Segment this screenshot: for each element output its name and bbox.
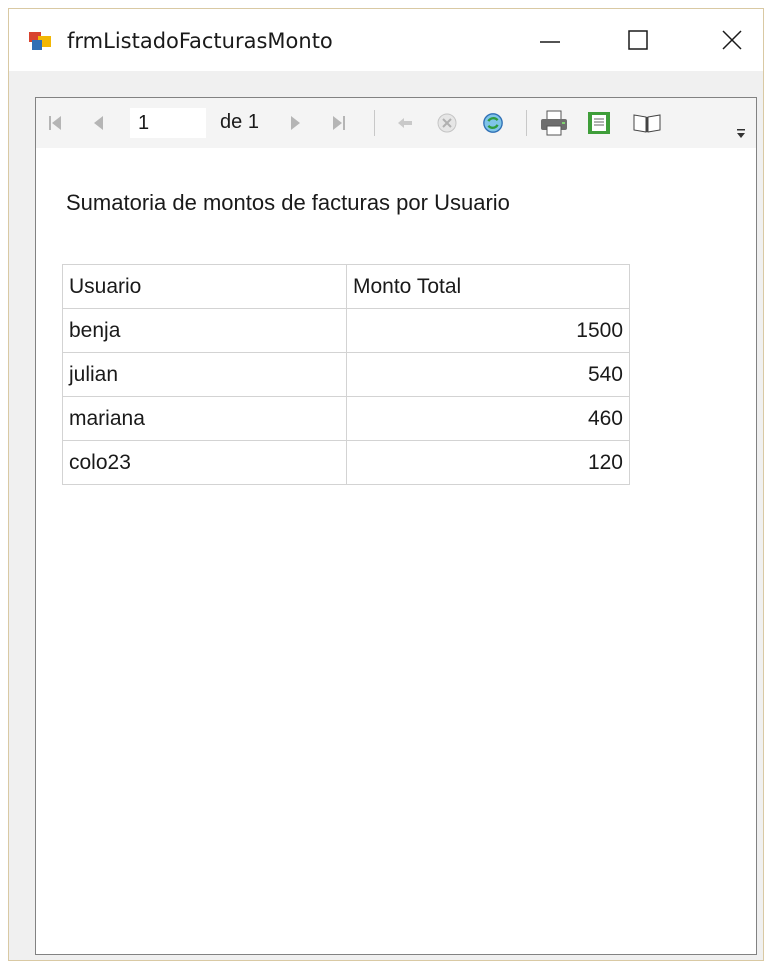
maximize-icon <box>628 30 648 50</box>
cell-monto: 540 <box>346 352 630 397</box>
table-header-row: Usuario Monto Total <box>62 264 630 309</box>
cell-usuario: colo23 <box>62 440 347 485</box>
table-row: julian 540 <box>62 352 630 397</box>
of-label: de <box>220 111 243 133</box>
cell-monto: 460 <box>346 396 630 441</box>
report-window: frmListadoFacturasMonto de 1 <box>8 8 764 961</box>
cell-usuario: benja <box>62 308 347 353</box>
cell-usuario: julian <box>62 352 347 397</box>
back-icon[interactable] <box>394 112 416 134</box>
table-row: benja 1500 <box>62 308 630 353</box>
title-bar[interactable]: frmListadoFacturasMonto <box>9 9 763 71</box>
next-page-icon[interactable] <box>284 112 306 134</box>
close-icon <box>722 30 742 50</box>
column-header-monto-total: Monto Total <box>346 264 630 309</box>
page-setup-icon[interactable] <box>632 112 662 134</box>
cell-monto: 1500 <box>346 308 630 353</box>
table-row: mariana 460 <box>62 396 630 441</box>
cell-usuario: mariana <box>62 396 347 441</box>
window-title: frmListadoFacturasMonto <box>67 29 333 53</box>
toolbar-separator <box>374 110 375 136</box>
column-header-usuario: Usuario <box>62 264 347 309</box>
page-total: 1 <box>247 111 259 133</box>
maximize-button[interactable] <box>613 9 663 71</box>
cell-monto: 120 <box>346 440 630 485</box>
report-toolbar: de 1 <box>36 98 756 148</box>
print-icon[interactable] <box>540 110 568 136</box>
stop-icon[interactable] <box>436 112 458 134</box>
last-page-icon[interactable] <box>328 112 350 134</box>
page-count-label: de 1 <box>220 111 259 134</box>
minimize-icon <box>540 41 560 43</box>
close-button[interactable] <box>707 9 757 71</box>
first-page-icon[interactable] <box>44 112 66 134</box>
minimize-button[interactable] <box>525 9 575 71</box>
toolbar-separator <box>526 110 527 136</box>
overflow-chevron-icon[interactable] <box>736 126 746 140</box>
report-title: Sumatoria de montos de facturas por Usua… <box>66 190 510 215</box>
table-row: colo23 120 <box>62 440 630 485</box>
report-viewer: de 1 <box>35 97 757 955</box>
page-number-input[interactable] <box>130 108 206 138</box>
form-app-icon <box>29 32 51 50</box>
report-table: Usuario Monto Total benja 1500 julian 54… <box>62 264 630 485</box>
print-layout-icon[interactable] <box>586 112 612 134</box>
previous-page-icon[interactable] <box>88 112 110 134</box>
refresh-icon[interactable] <box>482 112 504 134</box>
